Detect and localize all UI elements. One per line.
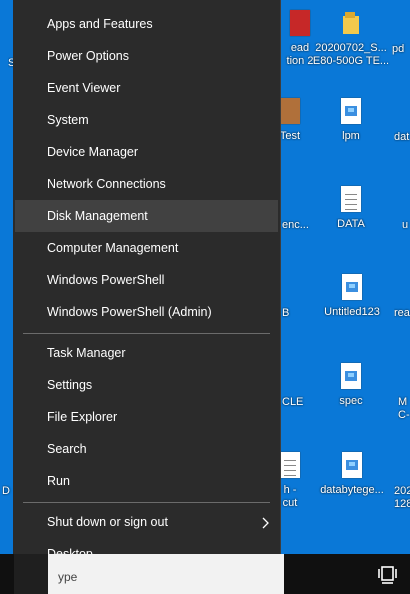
- desktop-icon[interactable]: 202 128: [394, 485, 410, 511]
- menu-item-disk-management[interactable]: Disk Management: [15, 200, 278, 232]
- chevron-right-icon: [260, 506, 272, 538]
- desktop-icon[interactable]: enc...: [282, 219, 312, 232]
- menu-item-event-viewer[interactable]: Event Viewer: [15, 72, 278, 104]
- menu-item-label: Shut down or sign out: [47, 515, 168, 529]
- menu-item-search[interactable]: Search: [15, 433, 278, 465]
- desktop-icon[interactable]: rea: [394, 307, 410, 320]
- folder-icon: [341, 10, 361, 36]
- menu-item-file-explorer[interactable]: File Explorer: [15, 401, 278, 433]
- menu-item-settings[interactable]: Settings: [15, 369, 278, 401]
- menu-item-task-manager[interactable]: Task Manager: [15, 337, 278, 369]
- start-button[interactable]: [14, 554, 48, 594]
- menu-item-power-options[interactable]: Power Options: [15, 40, 278, 72]
- text-file-icon: [341, 186, 361, 212]
- desktop-icon-label: Untitled123: [324, 306, 380, 318]
- taskbar: ype: [0, 554, 410, 594]
- desktop-icon-label: E80-500G TE...: [312, 55, 390, 67]
- menu-item-network-connections[interactable]: Network Connections: [15, 168, 278, 200]
- desktop-icon-label: dat: [394, 131, 410, 143]
- desktop-icon-label: C-: [398, 409, 410, 421]
- menu-item-device-manager[interactable]: Device Manager: [15, 136, 278, 168]
- desktop-icon[interactable]: CLE: [282, 396, 312, 409]
- desktop-icon[interactable]: pd: [392, 43, 410, 56]
- desktop-icon-label: rea: [394, 307, 410, 319]
- menu-item-windows-powershell-admin[interactable]: Windows PowerShell (Admin): [15, 296, 278, 328]
- desktop-icon-label: databytege...: [320, 484, 384, 496]
- menu-item-apps-and-features[interactable]: Apps and Features: [15, 8, 278, 40]
- desktop-icon-label: 202: [394, 485, 410, 497]
- menu-item-windows-powershell[interactable]: Windows PowerShell: [15, 264, 278, 296]
- desktop-icon-label: B: [282, 307, 290, 319]
- search-placeholder: ype: [58, 570, 78, 584]
- menu-separator: [23, 502, 270, 503]
- menu-separator: [23, 333, 270, 334]
- desktop-icon-label: M: [398, 396, 408, 408]
- desktop-icon[interactable]: Untitled123: [316, 274, 388, 319]
- desktop-icon-label: DATA: [337, 218, 365, 230]
- desktop-icon[interactable]: lpm: [322, 98, 380, 143]
- desktop-icon-label: enc...: [282, 219, 309, 231]
- desktop-icon[interactable]: u: [402, 219, 410, 232]
- image-file-icon: [342, 452, 362, 478]
- power-user-menu: Apps and Features Power Options Event Vi…: [13, 0, 281, 574]
- menu-item-system[interactable]: System: [15, 104, 278, 136]
- image-file-icon: [341, 98, 361, 124]
- app-icon: [280, 98, 300, 124]
- desktop-icon-label: CLE: [282, 396, 304, 408]
- menu-item-computer-management[interactable]: Computer Management: [15, 232, 278, 264]
- desktop-icon-label: pd: [392, 43, 405, 55]
- desktop-icon[interactable]: B: [282, 307, 302, 320]
- task-view-icon[interactable]: [376, 562, 406, 588]
- desktop-icon[interactable]: 20200702_S... E80-500G TE...: [312, 10, 390, 68]
- app-icon: [290, 10, 310, 36]
- desktop-icon-label: u: [402, 219, 409, 231]
- menu-item-shut-down-or-sign-out[interactable]: Shut down or sign out: [15, 506, 278, 538]
- desktop-icon[interactable]: M C-: [398, 396, 410, 422]
- image-file-icon: [342, 274, 362, 300]
- image-file-icon: [341, 363, 361, 389]
- desktop-icon[interactable]: databytege...: [314, 452, 390, 497]
- desktop-icon[interactable]: spec: [322, 363, 380, 408]
- desktop-icon[interactable]: dat: [394, 131, 410, 144]
- search-box[interactable]: ype: [48, 554, 284, 594]
- desktop-icon-label: 128: [394, 498, 410, 510]
- menu-item-run[interactable]: Run: [15, 465, 278, 497]
- desktop-icon-label: 20200702_S...: [315, 42, 387, 54]
- desktop-icon-label: lpm: [342, 130, 360, 142]
- desktop-icon[interactable]: DATA: [322, 186, 380, 231]
- shortcut-icon: [280, 452, 300, 478]
- desktop-icon-label: spec: [339, 395, 363, 407]
